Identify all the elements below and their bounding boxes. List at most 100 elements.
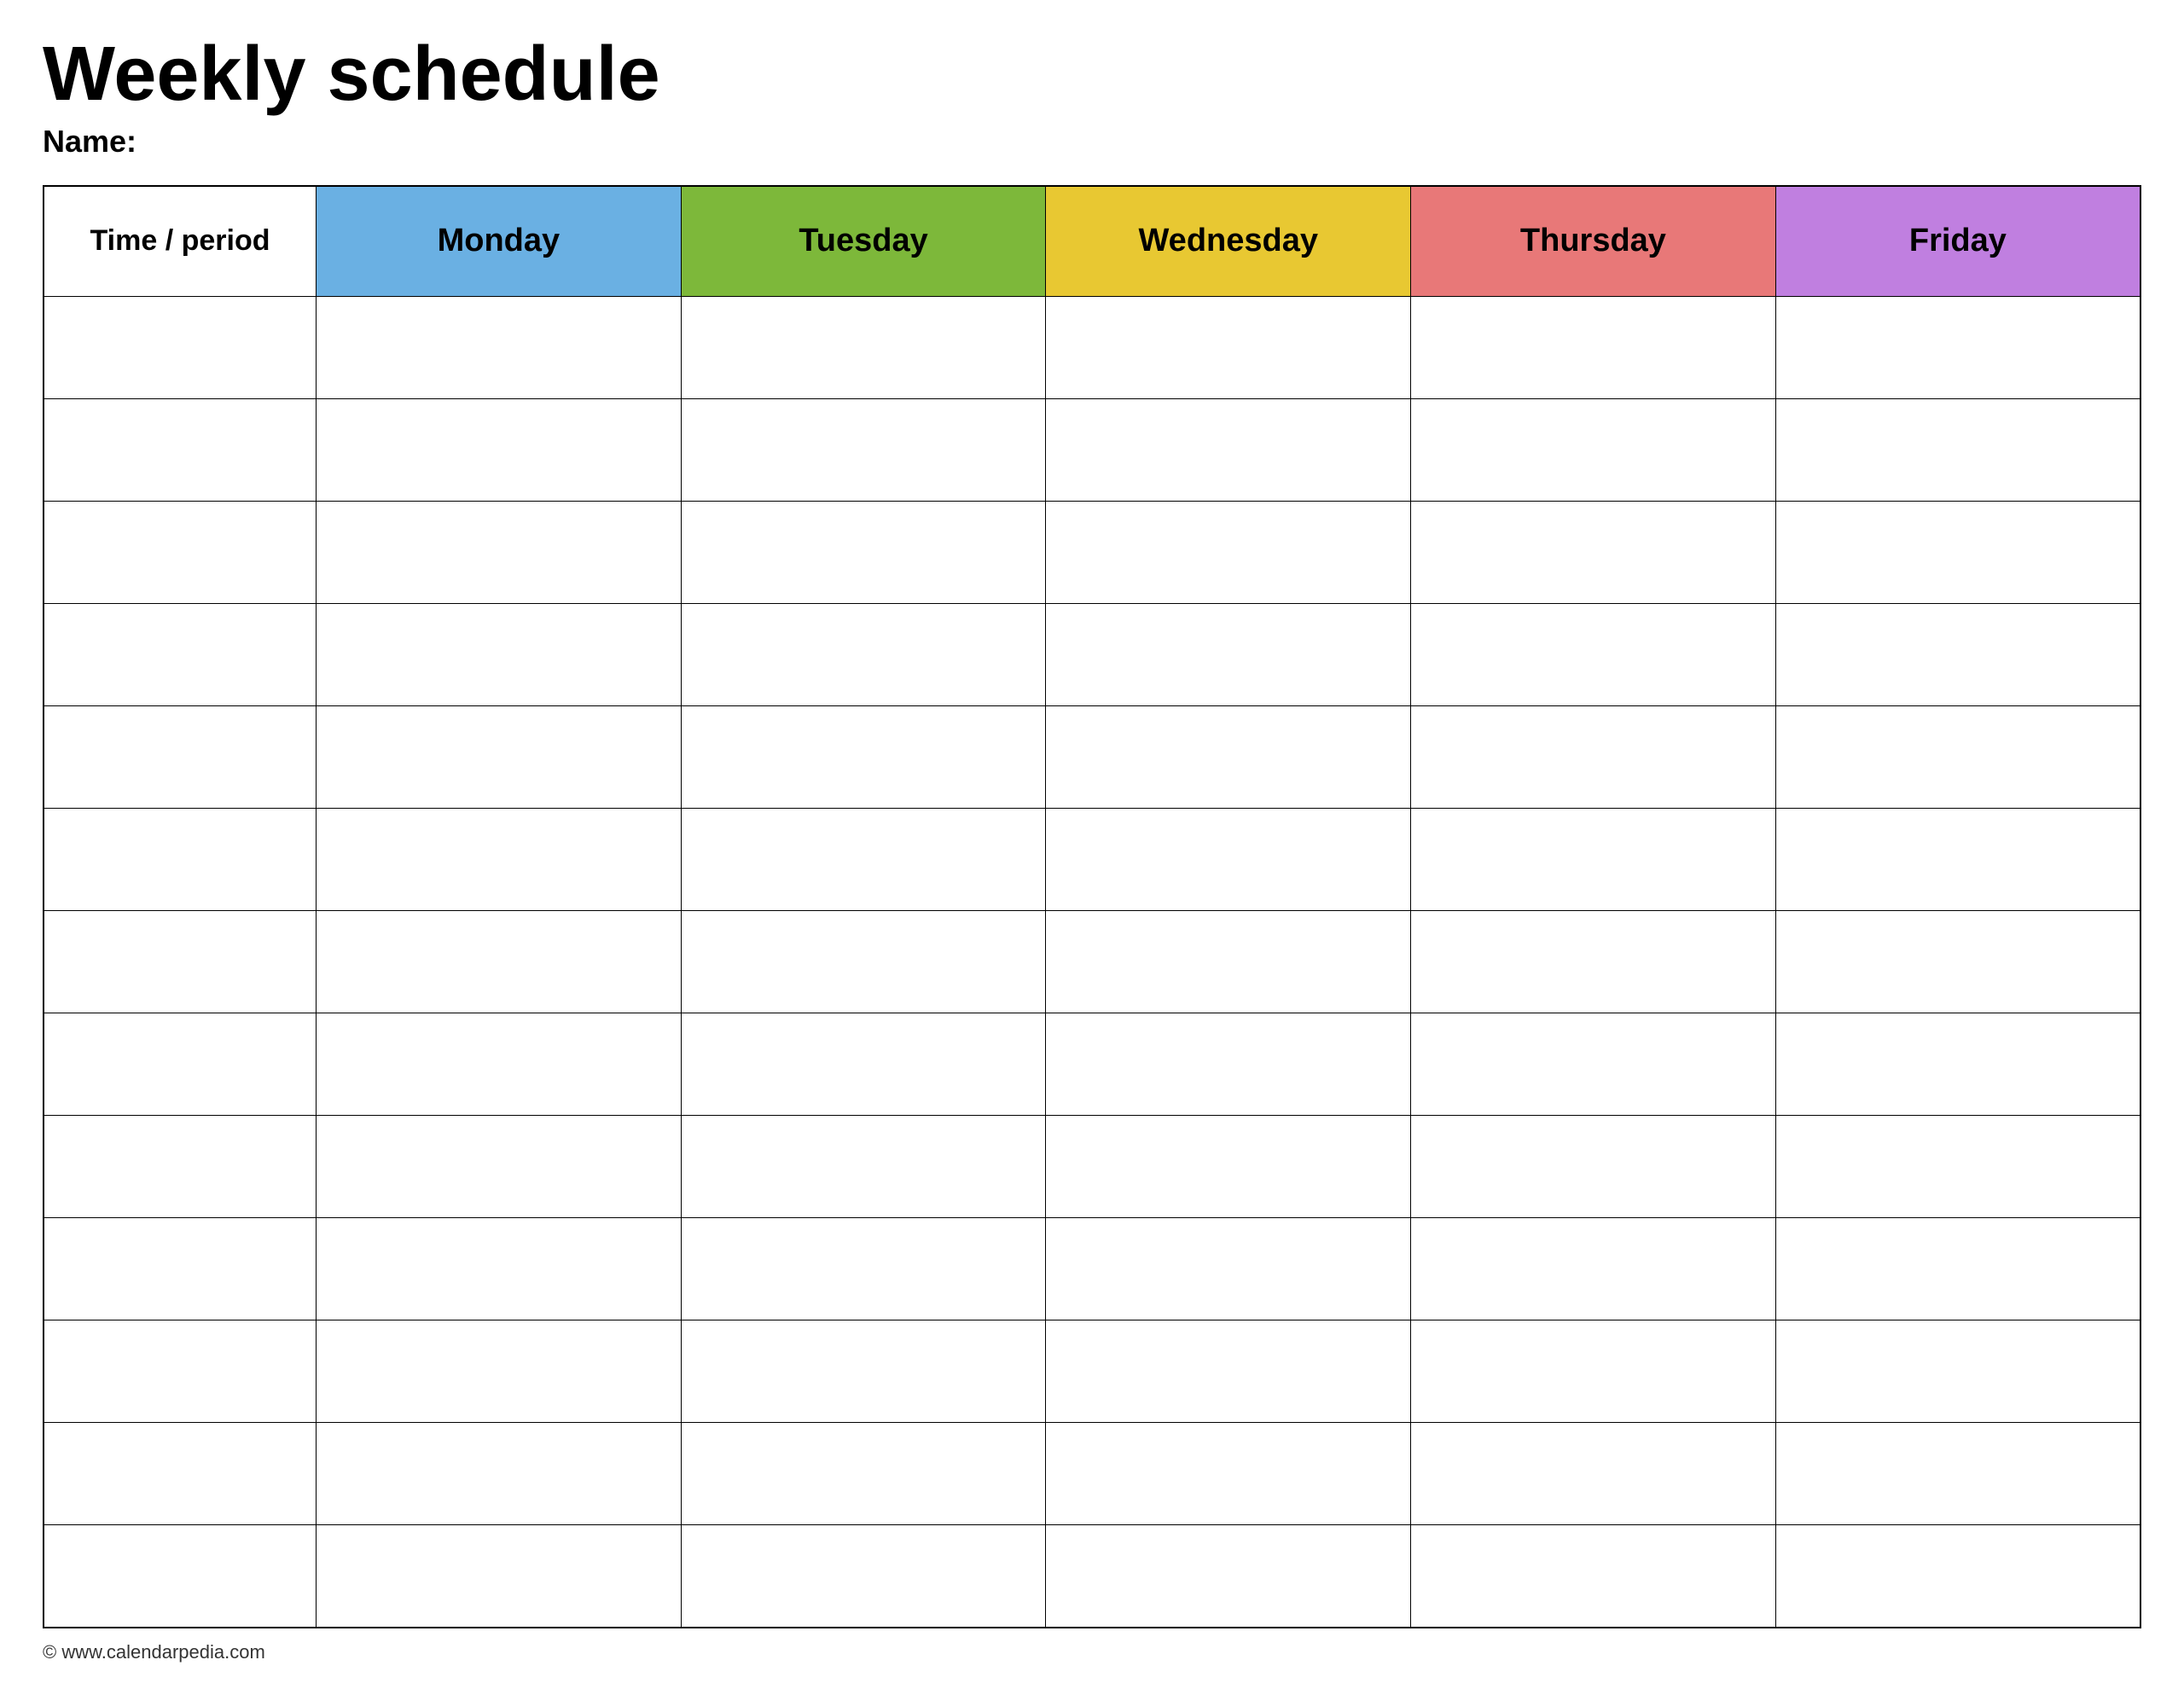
friday-cell[interactable]: [1775, 1525, 2140, 1628]
wednesday-cell[interactable]: [1046, 809, 1411, 911]
wednesday-cell[interactable]: [1046, 297, 1411, 399]
schedule-table: Time / period Monday Tuesday Wednesday T…: [43, 185, 2141, 1628]
table-row: [44, 1320, 2140, 1423]
wednesday-cell[interactable]: [1046, 1320, 1411, 1423]
monday-cell[interactable]: [317, 502, 682, 604]
monday-cell[interactable]: [317, 911, 682, 1013]
table-row: [44, 706, 2140, 809]
thursday-cell[interactable]: [1411, 1525, 1776, 1628]
thursday-cell[interactable]: [1411, 1013, 1776, 1116]
table-row: [44, 809, 2140, 911]
friday-cell[interactable]: [1775, 1320, 2140, 1423]
time-cell[interactable]: [44, 399, 317, 502]
tuesday-cell[interactable]: [681, 1218, 1046, 1320]
time-cell[interactable]: [44, 1525, 317, 1628]
tuesday-cell[interactable]: [681, 911, 1046, 1013]
monday-cell[interactable]: [317, 809, 682, 911]
thursday-cell[interactable]: [1411, 399, 1776, 502]
time-cell[interactable]: [44, 1423, 317, 1525]
monday-cell[interactable]: [317, 1320, 682, 1423]
time-cell[interactable]: [44, 297, 317, 399]
friday-cell[interactable]: [1775, 706, 2140, 809]
thursday-cell[interactable]: [1411, 1320, 1776, 1423]
page-title: Weekly schedule: [43, 34, 2141, 115]
tuesday-cell[interactable]: [681, 706, 1046, 809]
time-cell[interactable]: [44, 911, 317, 1013]
wednesday-cell[interactable]: [1046, 911, 1411, 1013]
time-cell[interactable]: [44, 604, 317, 706]
tuesday-cell[interactable]: [681, 1320, 1046, 1423]
friday-cell[interactable]: [1775, 911, 2140, 1013]
friday-cell[interactable]: [1775, 502, 2140, 604]
tuesday-cell[interactable]: [681, 502, 1046, 604]
table-row: [44, 399, 2140, 502]
tuesday-cell[interactable]: [681, 604, 1046, 706]
thursday-cell[interactable]: [1411, 297, 1776, 399]
friday-cell[interactable]: [1775, 604, 2140, 706]
thursday-cell[interactable]: [1411, 1423, 1776, 1525]
monday-cell[interactable]: [317, 706, 682, 809]
friday-cell[interactable]: [1775, 1116, 2140, 1218]
header-wednesday: Wednesday: [1046, 186, 1411, 297]
header-thursday: Thursday: [1411, 186, 1776, 297]
wednesday-cell[interactable]: [1046, 604, 1411, 706]
monday-cell[interactable]: [317, 1013, 682, 1116]
thursday-cell[interactable]: [1411, 706, 1776, 809]
wednesday-cell[interactable]: [1046, 1013, 1411, 1116]
tuesday-cell[interactable]: [681, 809, 1046, 911]
tuesday-cell[interactable]: [681, 297, 1046, 399]
wednesday-cell[interactable]: [1046, 1525, 1411, 1628]
time-cell[interactable]: [44, 706, 317, 809]
tuesday-cell[interactable]: [681, 399, 1046, 502]
time-cell[interactable]: [44, 1218, 317, 1320]
monday-cell[interactable]: [317, 604, 682, 706]
monday-cell[interactable]: [317, 399, 682, 502]
table-row: [44, 1013, 2140, 1116]
friday-cell[interactable]: [1775, 1423, 2140, 1525]
header-tuesday: Tuesday: [681, 186, 1046, 297]
wednesday-cell[interactable]: [1046, 502, 1411, 604]
wednesday-cell[interactable]: [1046, 1218, 1411, 1320]
thursday-cell[interactable]: [1411, 1218, 1776, 1320]
time-cell[interactable]: [44, 1116, 317, 1218]
thursday-cell[interactable]: [1411, 1116, 1776, 1218]
time-cell[interactable]: [44, 1013, 317, 1116]
header-monday: Monday: [317, 186, 682, 297]
tuesday-cell[interactable]: [681, 1525, 1046, 1628]
wednesday-cell[interactable]: [1046, 1116, 1411, 1218]
name-label: Name:: [43, 124, 2141, 160]
time-cell[interactable]: [44, 809, 317, 911]
table-row: [44, 911, 2140, 1013]
time-cell[interactable]: [44, 502, 317, 604]
wednesday-cell[interactable]: [1046, 1423, 1411, 1525]
friday-cell[interactable]: [1775, 297, 2140, 399]
monday-cell[interactable]: [317, 1116, 682, 1218]
monday-cell[interactable]: [317, 1218, 682, 1320]
time-cell[interactable]: [44, 1320, 317, 1423]
wednesday-cell[interactable]: [1046, 706, 1411, 809]
friday-cell[interactable]: [1775, 809, 2140, 911]
thursday-cell[interactable]: [1411, 604, 1776, 706]
table-row: [44, 604, 2140, 706]
table-row: [44, 1423, 2140, 1525]
thursday-cell[interactable]: [1411, 502, 1776, 604]
tuesday-cell[interactable]: [681, 1013, 1046, 1116]
tuesday-cell[interactable]: [681, 1116, 1046, 1218]
table-row: [44, 502, 2140, 604]
table-row: [44, 1218, 2140, 1320]
friday-cell[interactable]: [1775, 1013, 2140, 1116]
friday-cell[interactable]: [1775, 1218, 2140, 1320]
table-row: [44, 1525, 2140, 1628]
monday-cell[interactable]: [317, 297, 682, 399]
friday-cell[interactable]: [1775, 399, 2140, 502]
wednesday-cell[interactable]: [1046, 399, 1411, 502]
thursday-cell[interactable]: [1411, 911, 1776, 1013]
monday-cell[interactable]: [317, 1423, 682, 1525]
table-row: [44, 297, 2140, 399]
header-row: Time / period Monday Tuesday Wednesday T…: [44, 186, 2140, 297]
tuesday-cell[interactable]: [681, 1423, 1046, 1525]
header-time-period: Time / period: [44, 186, 317, 297]
monday-cell[interactable]: [317, 1525, 682, 1628]
thursday-cell[interactable]: [1411, 809, 1776, 911]
header-friday: Friday: [1775, 186, 2140, 297]
